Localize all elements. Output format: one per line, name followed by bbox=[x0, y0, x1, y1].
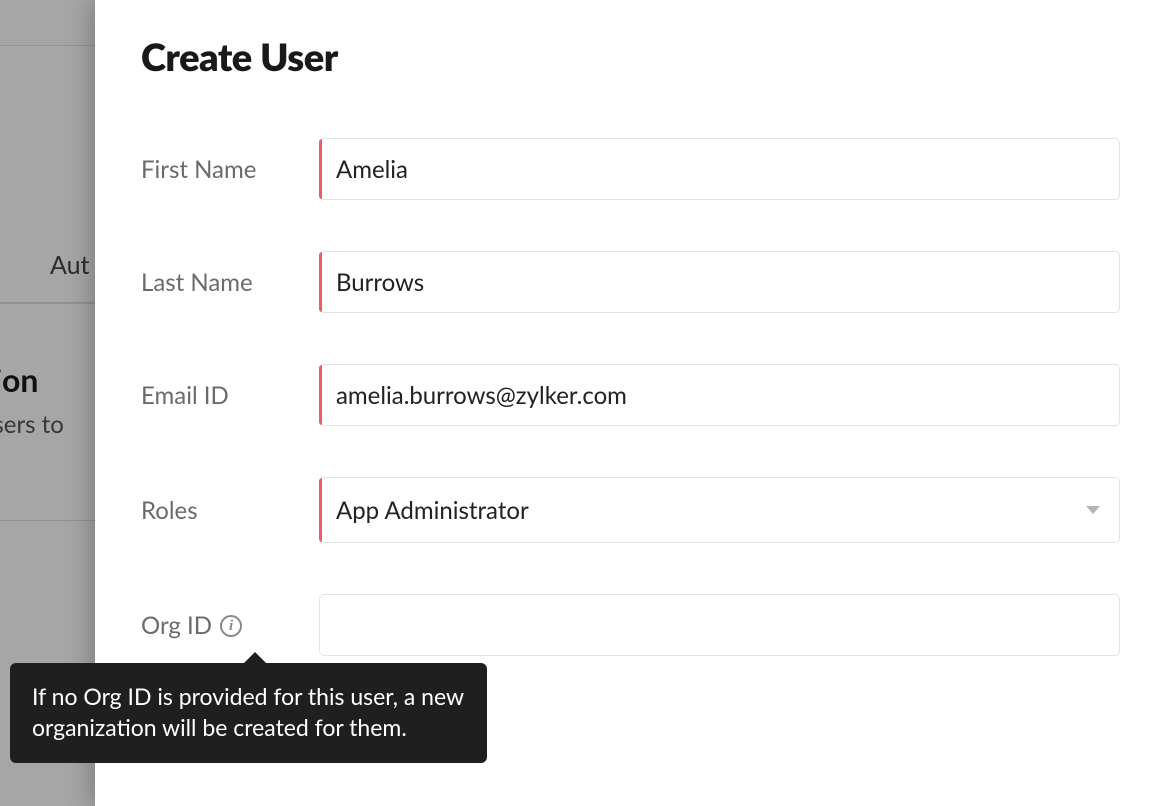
input-wrap-email bbox=[319, 364, 1120, 426]
label-email: Email ID bbox=[141, 381, 319, 410]
input-wrap-first-name bbox=[319, 138, 1120, 200]
required-indicator bbox=[319, 252, 322, 312]
email-input[interactable] bbox=[319, 364, 1120, 426]
chevron-down-icon bbox=[1086, 506, 1100, 514]
label-org-id: Org ID i bbox=[141, 611, 319, 640]
row-first-name: First Name bbox=[141, 138, 1120, 200]
label-roles: Roles bbox=[141, 496, 319, 525]
org-id-input[interactable] bbox=[319, 594, 1120, 656]
org-id-tooltip: If no Org ID is provided for this user, … bbox=[10, 663, 487, 763]
label-first-name: First Name bbox=[141, 155, 319, 184]
row-email: Email ID bbox=[141, 364, 1120, 426]
roles-selected-value: App Administrator bbox=[319, 477, 1120, 543]
input-wrap-org-id bbox=[319, 594, 1120, 656]
label-org-id-text: Org ID bbox=[141, 611, 212, 640]
last-name-input[interactable] bbox=[319, 251, 1120, 313]
label-last-name: Last Name bbox=[141, 268, 319, 297]
tooltip-arrow bbox=[243, 652, 267, 664]
row-org-id: Org ID i bbox=[141, 594, 1120, 656]
required-indicator bbox=[319, 139, 322, 199]
input-wrap-last-name bbox=[319, 251, 1120, 313]
tooltip-text: If no Org ID is provided for this user, … bbox=[32, 682, 464, 741]
first-name-input[interactable] bbox=[319, 138, 1120, 200]
row-last-name: Last Name bbox=[141, 251, 1120, 313]
info-icon[interactable]: i bbox=[220, 615, 242, 637]
required-indicator bbox=[319, 478, 322, 542]
row-roles: Roles App Administrator bbox=[141, 477, 1120, 543]
roles-select[interactable]: App Administrator bbox=[319, 477, 1120, 543]
required-indicator bbox=[319, 365, 322, 425]
panel-title: Create User bbox=[141, 34, 1120, 80]
